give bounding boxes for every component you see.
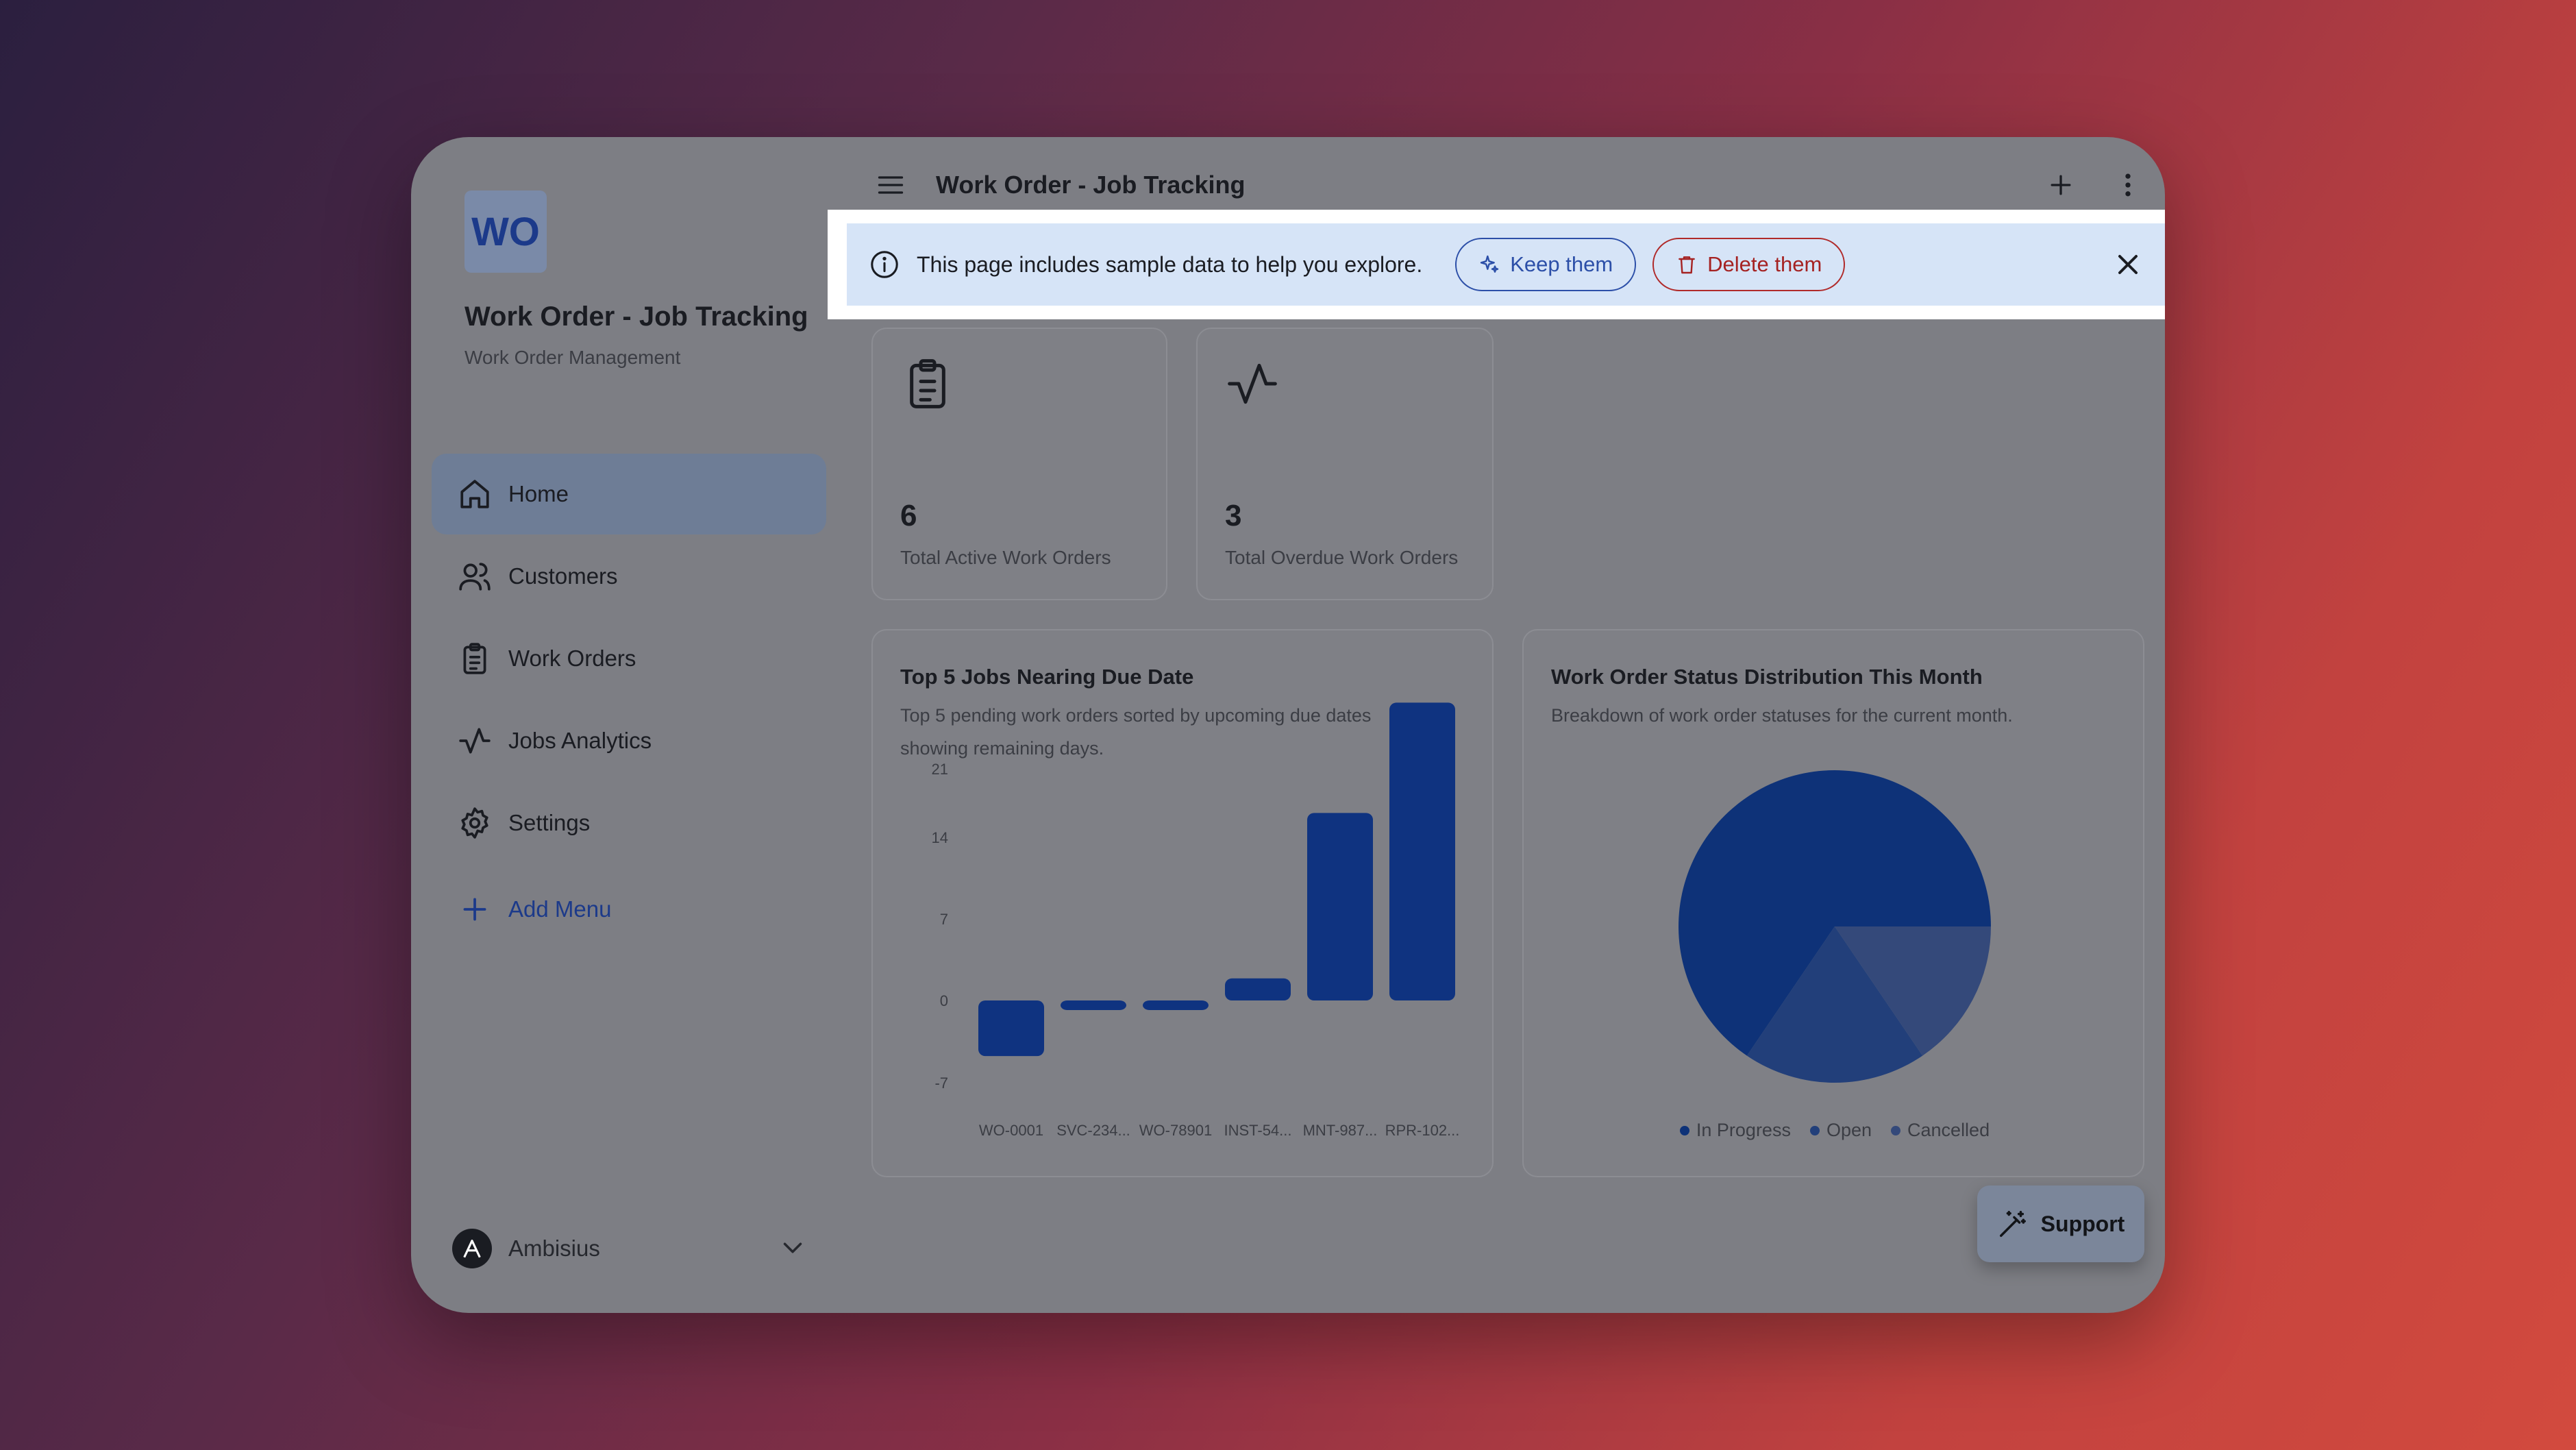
keep-them-label: Keep them [1510,252,1613,276]
hamburger-menu-icon[interactable] [870,164,911,206]
sidebar-item-jobs-analytics[interactable]: Jobs Analytics [432,700,826,781]
trash-icon [1679,256,1696,274]
y-tick-label: 14 [932,829,948,846]
delete-them-button[interactable]: Delete them [1652,238,1846,291]
sparkles-icon [1481,255,1499,273]
activity-icon [1228,363,1277,404]
legend-swatch [1891,1125,1901,1135]
chevron-down-icon [777,1232,808,1267]
sidebar-nav: Home Customers Work Orders Jobs Analytic… [432,454,826,951]
stat-label: Total Active Work Orders [900,547,1111,568]
stat-card-active-work-orders[interactable]: 6 Total Active Work Orders [871,328,1167,600]
jobs-due-date-chart-card: Top 5 Jobs Nearing Due Date Top 5 pendin… [871,629,1494,1177]
add-button[interactable] [2040,164,2081,206]
chart-legend: In Progress Open Cancelled [1524,1120,2146,1141]
account-avatar-icon [452,1229,492,1268]
bar [1143,1000,1209,1010]
activity-icon [458,724,492,758]
sidebar-item-customers[interactable]: Customers [432,536,826,617]
sidebar-item-label: Home [508,481,569,506]
x-tick-label: WO-0001 [979,1122,1043,1139]
sidebar-item-home[interactable]: Home [432,454,826,534]
app-logo: WO [465,191,547,273]
stat-value: 3 [1225,499,1242,532]
sidebar-item-label: Customers [508,563,618,589]
pie-chart [1679,770,1991,1083]
users-icon [458,559,492,593]
sample-data-banner: This page includes sample data to help y… [828,210,2165,319]
keep-them-button[interactable]: Keep them [1455,238,1637,291]
stat-label: Total Overdue Work Orders [1225,547,1459,568]
legend-item: Open [1809,1120,1872,1141]
sidebar-item-label: Jobs Analytics [508,728,652,753]
x-tick-label: SVC-234... [1056,1122,1130,1139]
y-tick-label: 21 [932,761,948,778]
bar [1225,978,1291,1000]
banner-body: This page includes sample data to help y… [847,223,2165,306]
plus-icon [458,892,492,926]
page-title: Work Order - Job Tracking [936,171,1246,199]
bar-chart: 21 14 7 0 -7 WO-0001 SVC-234... WO-78901 INST-54… [932,702,1460,1139]
legend-label: Cancelled [1907,1120,1990,1140]
app-window: WO Work Order - Job Tracking Work Order … [411,137,2165,1313]
legend-swatch [1809,1125,1820,1135]
sidebar-item-settings[interactable]: Settings [432,783,826,863]
app-subtitle: Work Order Management [465,347,681,368]
clipboard-icon [458,641,492,676]
home-icon [458,477,492,511]
bar [1061,1000,1126,1010]
app-title: Work Order - Job Tracking [465,302,808,332]
x-tick-label: WO-78901 [1139,1122,1212,1139]
add-menu-label: Add Menu [508,896,612,922]
support-label: Support [2040,1211,2125,1236]
y-tick-label: 7 [940,911,948,928]
magic-wand-icon [1999,1211,2026,1237]
info-icon [871,251,898,278]
bar [1307,813,1373,1000]
delete-them-label: Delete them [1707,252,1822,276]
y-tick-label: -7 [934,1074,948,1092]
legend-swatch [1679,1125,1689,1135]
sidebar-item-label: Settings [508,810,591,835]
sidebar: WO Work Order - Job Tracking Work Order … [411,137,826,1313]
status-distribution-chart-card: Work Order Status Distribution This Mont… [1522,629,2144,1177]
more-options-icon[interactable] [2107,164,2148,206]
bar [1389,702,1455,1000]
y-tick-label: 0 [940,992,948,1009]
x-tick-label: MNT-987... [1303,1122,1378,1139]
support-button[interactable]: Support [1977,1185,2144,1262]
close-icon[interactable] [2111,248,2144,281]
stat-value: 6 [900,499,917,532]
sidebar-item-work-orders[interactable]: Work Orders [432,618,826,699]
gear-icon [458,806,492,840]
legend-label: In Progress [1696,1120,1791,1140]
account-name: Ambisius [508,1236,600,1261]
banner-message: This page includes sample data to help y… [917,251,1423,277]
stat-card-overdue-work-orders[interactable]: 3 Total Overdue Work Orders [1196,328,1494,600]
legend-item: Cancelled [1891,1120,1990,1141]
x-tick-label: INST-54... [1224,1122,1291,1139]
add-menu-button[interactable]: Add Menu [432,869,826,950]
legend-label: Open [1826,1120,1872,1140]
account-switcher[interactable]: Ambisius [452,1228,808,1269]
bar [978,1000,1044,1057]
legend-item: In Progress [1679,1120,1791,1141]
clipboard-icon [910,359,945,408]
sidebar-item-label: Work Orders [508,646,636,671]
x-tick-label: RPR-102... [1385,1122,1460,1139]
